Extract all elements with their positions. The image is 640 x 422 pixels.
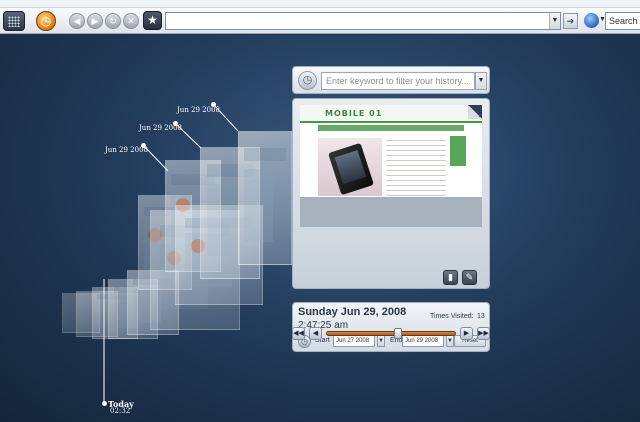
times-visited-value: 13 bbox=[477, 313, 485, 320]
clock-icon[interactable]: ◷ bbox=[298, 71, 317, 90]
forward-icon[interactable]: ▶ bbox=[87, 13, 103, 29]
filter-dropdown-icon[interactable]: ▼ bbox=[475, 72, 487, 90]
site-logo: MOBILE 01 bbox=[325, 109, 383, 118]
fast-forward-icon[interactable]: ▶▶ bbox=[477, 327, 490, 340]
reload-icon[interactable]: ↻ bbox=[105, 13, 121, 29]
rewind-icon[interactable]: ◀◀ bbox=[292, 327, 305, 340]
times-visited-label: Times Visited: bbox=[430, 313, 474, 320]
preview-footer bbox=[300, 197, 482, 227]
search-input[interactable]: Search th bbox=[605, 12, 640, 30]
grid-icon[interactable] bbox=[3, 11, 25, 31]
window-title-strip bbox=[0, 0, 640, 8]
page-preview-image[interactable]: MOBILE 01 bbox=[300, 105, 482, 197]
history-thumbnail[interactable] bbox=[238, 131, 292, 265]
timeline-date-label: Jun 29 2008 bbox=[139, 124, 182, 132]
end-date-dropdown-icon[interactable]: ▼ bbox=[446, 335, 454, 347]
timeline-date-label: Jun 29 2008 bbox=[105, 146, 148, 154]
timeline-date-label: Jun 29 2008 bbox=[177, 106, 220, 114]
wrench-icon[interactable]: ✎ bbox=[462, 270, 477, 285]
browser-toolbar: ◷ ◀ ▶ ↻ ✕ ★ ▼ ➔ ▼ Search th bbox=[0, 8, 640, 34]
page-curl-icon[interactable] bbox=[468, 105, 482, 119]
timeline-slider-track[interactable] bbox=[326, 331, 456, 336]
history-filter-input[interactable] bbox=[321, 72, 475, 90]
stop-icon[interactable]: ✕ bbox=[123, 13, 139, 29]
globe-icon[interactable] bbox=[584, 13, 599, 28]
start-date-field[interactable]: Jun 27 2008 bbox=[333, 335, 375, 347]
history-stage: Jun 29 2008 Jun 29 2008 Jun 29 2008 Toda… bbox=[0, 35, 640, 422]
address-bar[interactable] bbox=[165, 12, 561, 30]
trash-icon[interactable]: ▮ bbox=[443, 270, 458, 285]
address-dropdown-icon[interactable]: ▼ bbox=[549, 13, 560, 29]
history-filter-bar: ◷ ▼ bbox=[292, 66, 490, 94]
start-date-dropdown-icon[interactable]: ▼ bbox=[377, 335, 385, 347]
page-preview-panel: MOBILE 01 ▮ ✎ bbox=[292, 98, 490, 289]
today-pin bbox=[102, 401, 107, 406]
go-arrow-icon[interactable]: ➔ bbox=[563, 13, 578, 29]
history-clock-icon[interactable]: ◷ bbox=[36, 11, 56, 31]
back-icon[interactable]: ◀ bbox=[69, 13, 85, 29]
end-date-field[interactable]: Jun 29 2008 bbox=[402, 335, 444, 347]
today-time: 02:32 bbox=[110, 407, 131, 415]
step-back-icon[interactable]: ◀ bbox=[309, 327, 322, 340]
star-icon[interactable]: ★ bbox=[143, 11, 162, 30]
visit-time: 2:47:25 am bbox=[298, 320, 349, 331]
step-forward-icon[interactable]: ▶ bbox=[460, 327, 473, 340]
timeline-slider-thumb[interactable] bbox=[393, 328, 402, 339]
visit-date: Sunday Jun 29, 2008 bbox=[298, 306, 407, 318]
